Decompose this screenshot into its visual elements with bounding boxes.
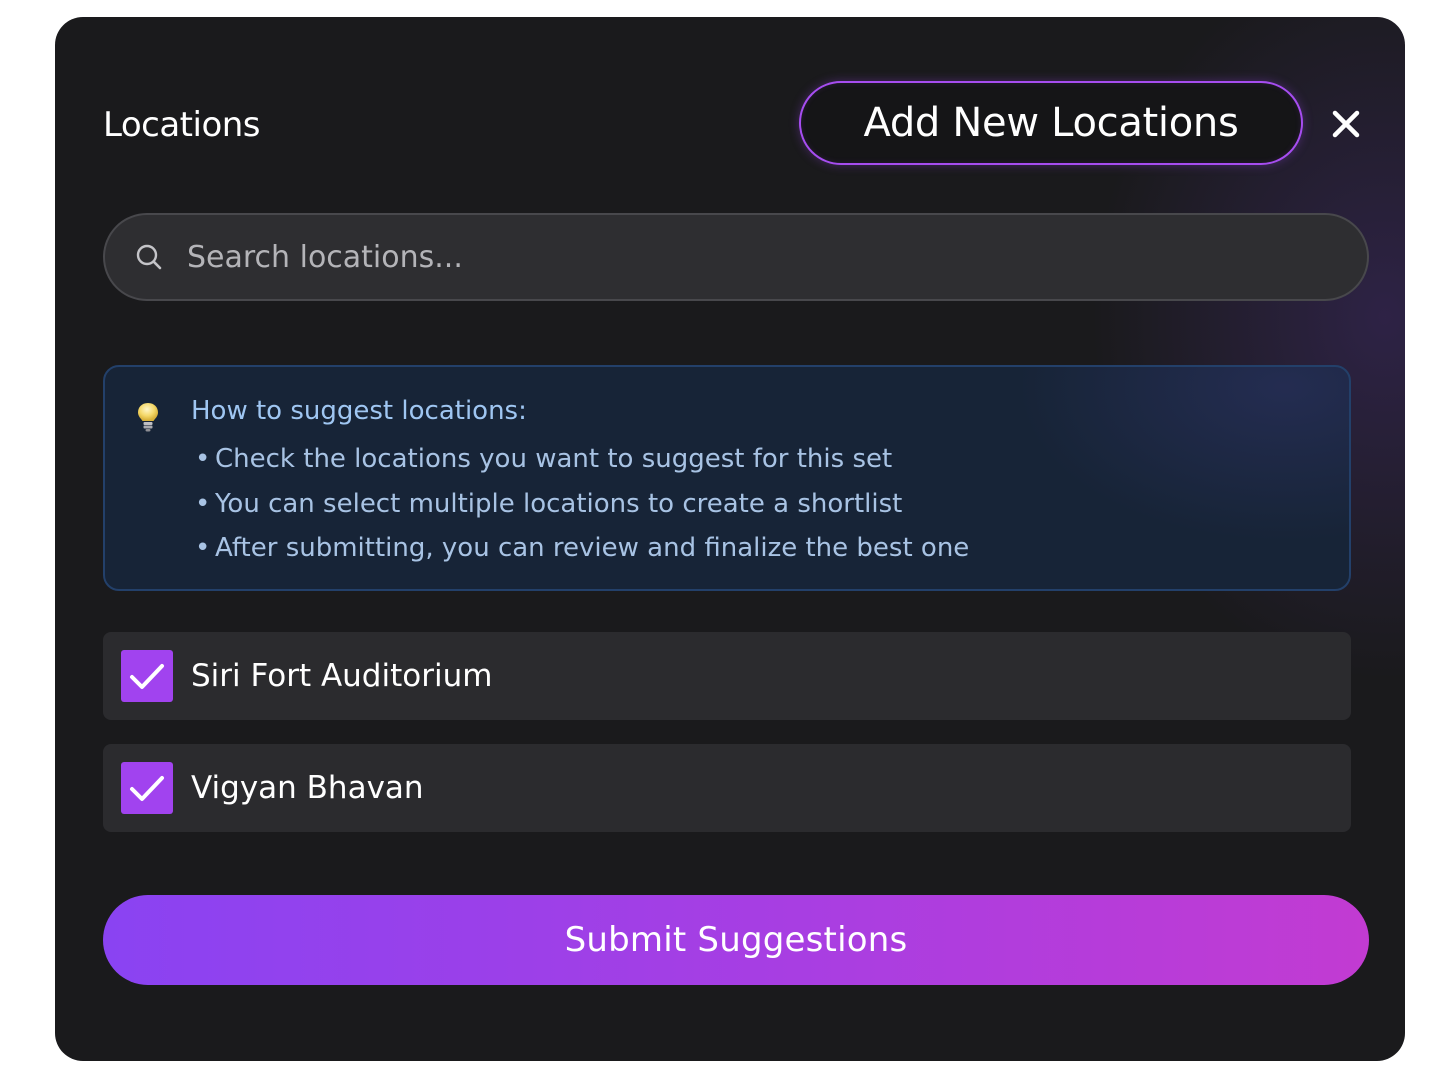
search-bar <box>103 213 1369 301</box>
tips-title: How to suggest locations: <box>191 396 527 426</box>
add-new-locations-button[interactable]: Add New Locations <box>799 81 1303 165</box>
tips-list: • Check the locations you want to suggest… <box>195 437 969 571</box>
tips-item: • You can select multiple locations to cr… <box>195 488 903 519</box>
close-button[interactable] <box>1327 105 1365 143</box>
close-icon <box>1332 110 1360 138</box>
tips-panel: How to suggest locations: • Check the loc… <box>103 365 1351 591</box>
locations-modal: Locations Add New Locations Search locat… <box>55 17 1405 1061</box>
tips-item: • After submitting, you can review and fi… <box>195 533 970 563</box>
checkmark-icon <box>130 776 164 801</box>
location-checkbox[interactable] <box>121 762 173 814</box>
checkmark-icon <box>130 664 164 689</box>
location-item-siri-fort-auditorium[interactable]: Siri Fort Auditorium <box>103 632 1351 720</box>
submit-suggestions-button[interactable]: Submit Suggestions <box>103 895 1369 985</box>
location-label: Vigyan Bhavan <box>191 770 424 806</box>
search-input[interactable] <box>187 215 1347 299</box>
tips-item: • Check the locations you want to suggest… <box>195 444 893 474</box>
modal-title: Locations <box>103 105 261 145</box>
location-item-vigyan-bhavan[interactable]: Vigyan Bhavan <box>103 744 1351 832</box>
lightbulb-icon <box>138 403 158 432</box>
search-icon <box>136 244 162 270</box>
location-label: Siri Fort Auditorium <box>191 658 493 694</box>
location-checkbox[interactable] <box>121 650 173 702</box>
